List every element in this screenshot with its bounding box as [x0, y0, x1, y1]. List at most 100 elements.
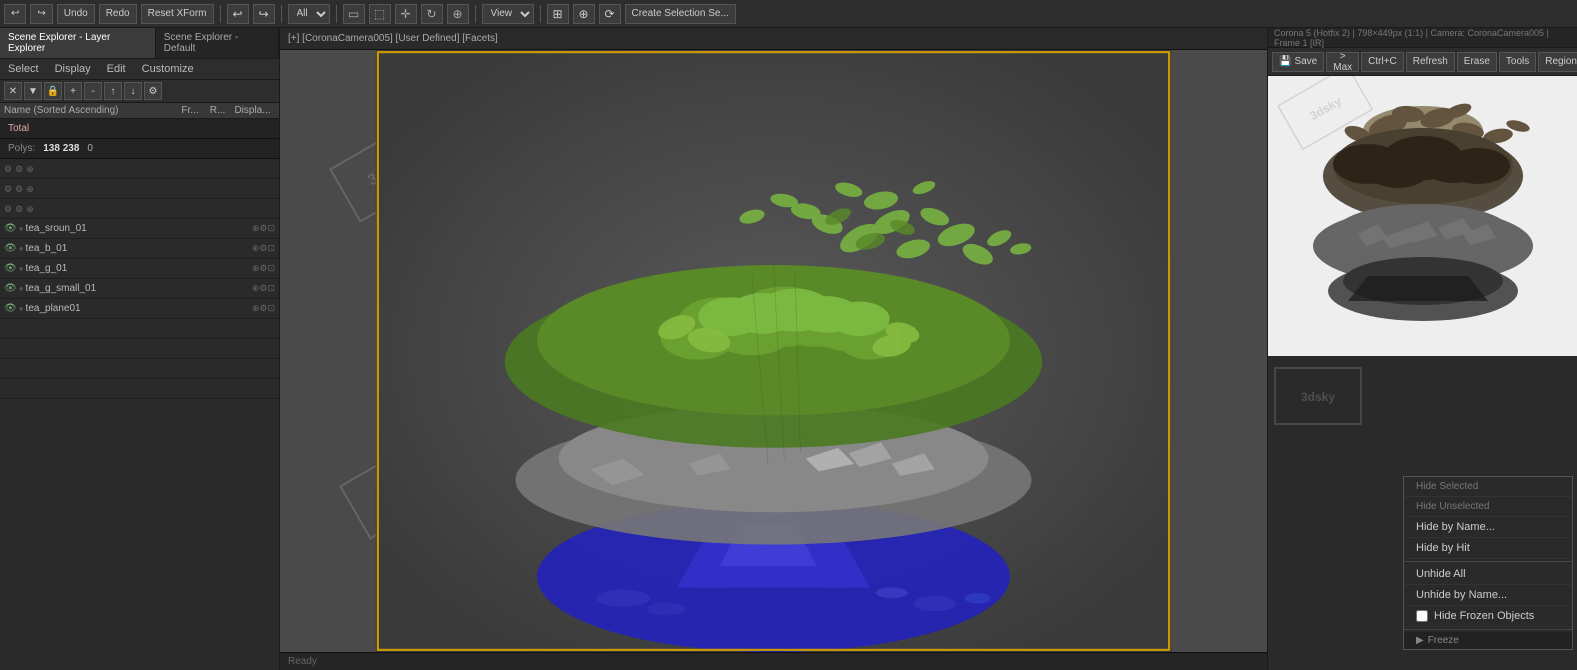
view-dropdown[interactable]: View	[482, 4, 534, 24]
separator-1	[220, 5, 221, 23]
tree-item-tea-g[interactable]: 👁 ● tea_g_01 ⊕ ⚙ ⊡	[0, 259, 279, 279]
angle-snap-btn[interactable]: ⟳	[599, 4, 621, 24]
separator-3	[336, 5, 337, 23]
snap-btn[interactable]: ⊕	[573, 4, 595, 24]
hide-by-hit-item[interactable]: Hide by Hit	[1404, 538, 1572, 559]
main-content: Scene Explorer - Layer Explorer Scene Ex…	[0, 28, 1577, 670]
unhide-by-name-label: Unhide by Name...	[1416, 589, 1507, 601]
hide-by-name-item[interactable]: Hide by Name...	[1404, 517, 1572, 538]
menu-edit[interactable]: Edit	[103, 61, 130, 77]
redo-button[interactable]: ↪	[30, 4, 52, 24]
hide-selected-item[interactable]: Hide Selected	[1404, 477, 1572, 497]
panel-tabs: Scene Explorer - Layer Explorer Scene Ex…	[0, 28, 279, 59]
menu-display[interactable]: Display	[51, 61, 95, 77]
add-layer-btn[interactable]: +	[64, 82, 82, 100]
menu-select[interactable]: Select	[4, 61, 43, 77]
tree-empty-5	[0, 339, 279, 359]
ctrlc-btn[interactable]: Ctrl+C	[1361, 52, 1404, 72]
hide-frozen-checkbox[interactable]	[1416, 610, 1428, 622]
rotate-btn[interactable]: ↻	[421, 4, 443, 24]
undo-icon-button[interactable]: ↩	[227, 4, 249, 24]
freeze-section[interactable]: ▶ Freeze	[1404, 632, 1572, 649]
panel-menu: Select Display Edit Customize	[0, 59, 279, 80]
lock-btn[interactable]: 🔒	[44, 82, 62, 100]
tree-item-name: tea_g_small_01	[26, 283, 252, 294]
dot-icon: ●	[19, 244, 24, 253]
close-panel-btn[interactable]: ✕	[4, 82, 22, 100]
delete-layer-btn[interactable]: -	[84, 82, 102, 100]
reset-xform-button[interactable]: Undo	[57, 4, 95, 24]
select-object-btn[interactable]: ▭	[343, 4, 365, 24]
settings-btn[interactable]: ⚙	[144, 82, 162, 100]
dot-icon: ●	[19, 224, 24, 233]
r-icon: ⚙	[259, 223, 267, 234]
col-name-header: Name (Sorted Ascending)	[4, 105, 175, 116]
lower-watermark: 3dsky	[1273, 366, 1363, 429]
right-panel: Corona 5 (Hotfix 2) | 798×449px (1:1) | …	[1267, 28, 1577, 670]
viewport-canvas[interactable]: 3dsky 3dsky	[280, 50, 1267, 652]
tree-item-tea-b[interactable]: 👁 ● tea_b_01 ⊕ ⚙ ⊡	[0, 239, 279, 259]
tree-empty-4	[0, 319, 279, 339]
dot-icon: ●	[19, 284, 24, 293]
tree-item-tea-plane[interactable]: 👁 ● tea_plane01 ⊕ ⚙ ⊡	[0, 299, 279, 319]
visibility-icon: 👁	[4, 223, 17, 234]
move-down-btn[interactable]: ↓	[124, 82, 142, 100]
hide-frozen-item[interactable]: Hide Frozen Objects	[1404, 606, 1572, 627]
dot-icon: ●	[19, 304, 24, 313]
filter-btn[interactable]: ▼	[24, 82, 42, 100]
render-svg: 3dsky	[1268, 76, 1577, 356]
tree-item-tea-sroun[interactable]: 👁 ● tea_sroun_01 ⊕ ⚙ ⊡	[0, 219, 279, 239]
select-region-btn[interactable]: ⬚	[369, 4, 391, 24]
tree-item-name: tea_plane01	[26, 303, 252, 314]
unhide-all-item[interactable]: Unhide All	[1404, 564, 1572, 585]
grid-btn[interactable]: ⊞	[547, 4, 569, 24]
dot-icon: ●	[19, 264, 24, 273]
visibility-icon: 👁	[4, 303, 17, 314]
visibility-icon: 👁	[4, 263, 17, 274]
region-btn[interactable]: Region	[1538, 52, 1577, 72]
viewport-header-text: [+] [CoronaCamera005] [User Defined] [Fa…	[288, 33, 498, 44]
tree-empty-3: ⚙ ⚙ ⊕	[0, 199, 279, 219]
create-selection-btn[interactable]: Create Selection Se...	[625, 4, 736, 24]
save-btn[interactable]: 💾 Save	[1272, 52, 1324, 72]
menu-customize[interactable]: Customize	[138, 61, 198, 77]
r-icon: ⚙	[259, 263, 267, 274]
mode-dropdown[interactable]: All	[288, 4, 330, 24]
render-preview-image: 3dsky	[1268, 76, 1577, 356]
fr-icon: ⊕	[252, 243, 260, 254]
hide-by-name-label: Hide by Name...	[1416, 521, 1495, 533]
hide-unselected-item[interactable]: Hide Unselected	[1404, 497, 1572, 517]
center-pivot-button[interactable]: Redo	[99, 4, 137, 24]
tab-default[interactable]: Scene Explorer - Default	[156, 28, 279, 58]
tree-item-tea-g-small[interactable]: 👁 ● tea_g_small_01 ⊕ ⚙ ⊡	[0, 279, 279, 299]
context-menu: Hide Selected Hide Unselected Hide by Na…	[1403, 476, 1573, 650]
macros-button[interactable]: Reset XForm	[141, 4, 214, 24]
scene-tree[interactable]: ⚙ ⚙ ⊕ ⚙ ⚙ ⊕ ⚙ ⚙ ⊕ 👁 ● tea_sroun_01 ⊕ ⚙ ⊡	[0, 159, 279, 670]
unhide-by-name-item[interactable]: Unhide by Name...	[1404, 585, 1572, 606]
max-btn[interactable]: > Max	[1326, 52, 1359, 72]
erase-btn[interactable]: Erase	[1457, 52, 1497, 72]
fr-icon: ⊕	[252, 223, 260, 234]
tab-layer-explorer[interactable]: Scene Explorer - Layer Explorer	[0, 28, 156, 58]
r-icon: ⚙	[259, 283, 267, 294]
move-up-btn[interactable]: ↑	[104, 82, 122, 100]
tree-item-name: tea_b_01	[26, 243, 252, 254]
redo-icon-button[interactable]: ↪	[253, 4, 275, 24]
center-panel: [+] [CoronaCamera005] [User Defined] [Fa…	[280, 28, 1267, 670]
hide-by-hit-label: Hide by Hit	[1416, 542, 1470, 554]
freeze-label: Freeze	[1428, 635, 1459, 646]
left-panel: Scene Explorer - Layer Explorer Scene Ex…	[0, 28, 280, 670]
fr-icon: ⊕	[252, 303, 260, 314]
poly-info: Total	[0, 119, 279, 139]
scale-btn[interactable]: ⊕	[447, 4, 469, 24]
refresh-btn[interactable]: Refresh	[1406, 52, 1455, 72]
move-btn[interactable]: ✛	[395, 4, 417, 24]
undo-button[interactable]: ↩	[4, 4, 26, 24]
unhide-all-label: Unhide All	[1416, 568, 1466, 580]
disp-icon: ⊡	[267, 283, 275, 294]
tools-btn[interactable]: Tools	[1499, 52, 1536, 72]
svg-text:3dsky: 3dsky	[1301, 390, 1335, 404]
disp-icon: ⊡	[267, 243, 275, 254]
viewport-header: [+] [CoronaCamera005] [User Defined] [Fa…	[280, 28, 1267, 50]
disp-icon: ⊡	[267, 223, 275, 234]
